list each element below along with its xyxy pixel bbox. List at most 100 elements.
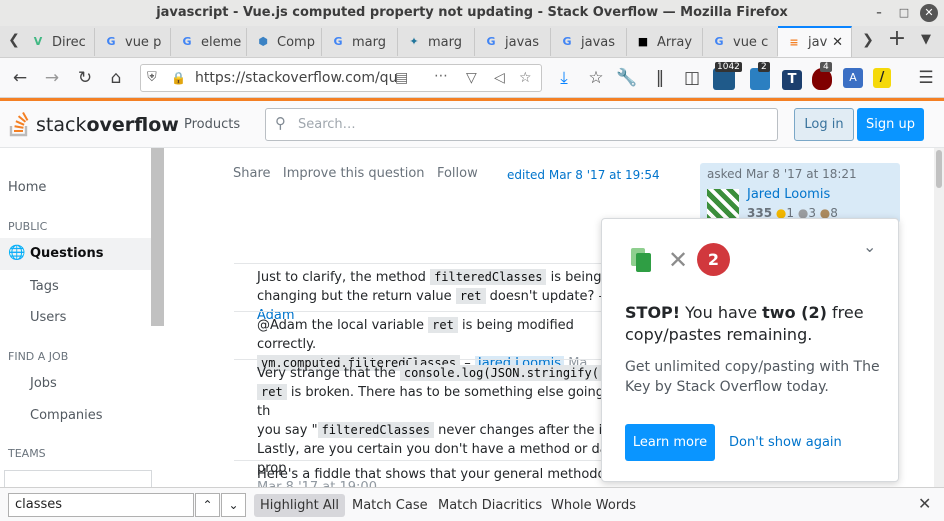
highlight-all-toggle[interactable]: Highlight All (254, 494, 345, 517)
find-input[interactable]: classes (8, 493, 194, 517)
dont-show-again-link[interactable]: Don't show again (729, 435, 842, 450)
tab-label: jav (808, 35, 828, 50)
find-previous-button[interactable]: ⌃ (195, 493, 220, 517)
site-info-shield-icon[interactable]: ⛨ (147, 65, 157, 91)
google-icon: G (486, 35, 496, 48)
logo-overflow: overflow (86, 114, 179, 136)
browser-tab[interactable]: Gmarg (322, 28, 398, 56)
browser-tab[interactable]: Gvue p (95, 28, 171, 56)
nav-companies[interactable]: Companies (30, 408, 181, 423)
page-scroll-thumb[interactable] (936, 150, 942, 188)
browser-tab[interactable]: ✦ marg (398, 28, 475, 56)
url-text[interactable]: https://stackoverflow.com/qu (195, 65, 397, 91)
browser-tab[interactable]: ⬢ Comp (247, 28, 322, 56)
downloads-icon[interactable]: ⤓ (552, 66, 576, 90)
extension-2-icon[interactable]: 2 (750, 62, 770, 90)
so-logo-icon (9, 112, 29, 137)
new-tab-button[interactable]: + (885, 27, 909, 51)
match-case-toggle[interactable]: Match Case (346, 494, 434, 517)
sidebar-icon[interactable]: ◫ (680, 66, 704, 90)
inline-code: ret (428, 317, 458, 333)
wrench-icon[interactable]: 🔧 (615, 66, 639, 90)
scroll-tabs-right-icon[interactable]: ❯ (856, 28, 880, 52)
comment-2: @Adam the local variable ret is being mo… (234, 311, 634, 371)
search-icon: ⚲ (275, 114, 286, 132)
translate-icon[interactable]: A (843, 68, 863, 88)
page-scrollbar[interactable] (934, 148, 944, 488)
popup-body: Get unlimited copy/pasting with The Key … (625, 359, 880, 395)
user-name[interactable]: Jared Loomis (747, 187, 830, 202)
inline-code: filteredClasses (317, 422, 434, 438)
close-tab-icon[interactable]: ✕ (832, 35, 843, 50)
highlight-all-label: Highlight All (260, 498, 339, 513)
library-icon[interactable]: ‖ (648, 66, 672, 90)
browser-tab[interactable]: ≡ jav ✕ (778, 26, 852, 57)
so-search-input[interactable]: ⚲ Search… (265, 108, 778, 141)
whole-words-toggle[interactable]: Whole Words (545, 494, 642, 517)
follow-link[interactable]: Follow (437, 166, 478, 181)
tab-list-icon[interactable]: ▼ (914, 28, 938, 52)
popup-stop: STOP! (625, 303, 681, 322)
comment-1: Just to clarify, the method filteredClas… (234, 263, 634, 323)
comment-4: Here's a fiddle that shows that your gen… (234, 460, 634, 488)
url-bar[interactable]: ⛨ 🔒 https://stackoverflow.com/qu ▤ ⋯ ▽ ◁… (140, 64, 542, 92)
ublock-icon[interactable]: 4 (812, 62, 832, 90)
page-actions-icon[interactable]: ⋯ (434, 63, 448, 89)
extension-yellow-icon[interactable]: / (873, 68, 891, 88)
bookmark-star-icon[interactable]: ☆ (519, 65, 532, 91)
share-link[interactable]: Share (233, 166, 271, 181)
nav-questions[interactable]: 🌐 Questions (0, 238, 154, 270)
reader-view-icon[interactable]: ▤ (395, 65, 408, 91)
back-button[interactable]: ← (8, 66, 32, 90)
products-link[interactable]: Products (184, 117, 240, 132)
improve-link[interactable]: Improve this question (283, 166, 425, 181)
edited-link[interactable]: edited Mar 8 '17 at 19:54 (507, 168, 660, 182)
minimize-button[interactable]: – (870, 4, 888, 22)
whole-words-label: Whole Words (551, 498, 636, 513)
browser-tab[interactable]: Gjavas (475, 28, 551, 56)
tab-label: Array (657, 34, 693, 50)
collapse-chevron-icon[interactable]: ⌄ (863, 237, 876, 256)
nav-jobs[interactable]: Jobs (30, 376, 181, 391)
maximize-button[interactable]: □ (895, 4, 913, 22)
tab-label: eleme (201, 34, 242, 50)
tab-label: vue p (125, 34, 162, 50)
navigation-toolbar: ← → ↻ ⌂ ⛨ 🔒 https://stackoverflow.com/qu… (0, 58, 944, 98)
bookmarks-star-icon[interactable]: ☆ (584, 66, 608, 90)
signup-button[interactable]: Sign up (857, 108, 924, 141)
browser-tab[interactable]: Geleme (171, 28, 247, 56)
home-button[interactable]: ⌂ (104, 66, 128, 90)
sidebar-scroll-thumb[interactable] (151, 148, 164, 326)
reload-button[interactable]: ↻ (73, 66, 97, 90)
extension-t-icon[interactable]: T (782, 70, 802, 90)
match-diacritics-toggle[interactable]: Match Diacritics (432, 494, 548, 517)
nav-home[interactable]: Home (8, 180, 159, 195)
user-avatar[interactable] (707, 189, 739, 221)
browser-tab[interactable]: Gvue c (703, 28, 778, 56)
learn-more-button[interactable]: Learn more (625, 424, 715, 461)
find-toolbar: classes ⌃ ⌄ Highlight All Match Case Mat… (0, 487, 944, 521)
screenshot-icon[interactable]: ◁ (494, 65, 505, 91)
remaining-count-badge: 2 (697, 243, 730, 276)
extension-1042-icon[interactable]: 1042 (713, 62, 742, 90)
vue-icon: V (33, 35, 43, 48)
popup-two: two (2) (762, 303, 827, 322)
login-button[interactable]: Log in (794, 108, 854, 141)
forward-button[interactable]: → (40, 66, 64, 90)
pocket-icon[interactable]: ▽ (466, 65, 477, 91)
badge-4: 4 (820, 62, 832, 72)
match-case-label: Match Case (352, 498, 428, 513)
inline-code: ret (257, 384, 287, 400)
comment-text: doesn't update? – (489, 289, 605, 304)
hamburger-menu-icon[interactable]: ☰ (914, 66, 938, 90)
browser-tab[interactable]: Gjavas (551, 28, 627, 56)
shield-site-icon: ⬢ (258, 35, 268, 48)
badge-1042: 1042 (715, 62, 742, 72)
close-window-button[interactable]: ✕ (920, 4, 938, 22)
close-findbar-icon[interactable]: ✕ (918, 494, 931, 513)
copy-document-icon (631, 248, 651, 272)
so-logo[interactable]: stackoverflow (8, 112, 179, 142)
browser-tab[interactable]: V Direc (22, 28, 95, 56)
find-next-button[interactable]: ⌄ (221, 493, 246, 517)
browser-tab[interactable]: ■ Array (627, 28, 703, 56)
